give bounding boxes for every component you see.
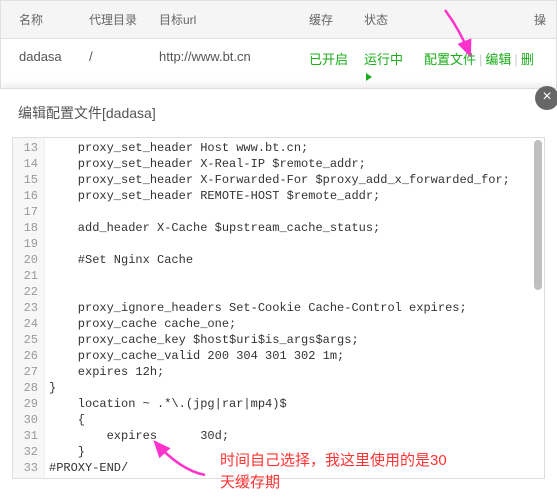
table-header: 名称 代理目录 目标url 缓存 状态 操 bbox=[1, 1, 556, 39]
play-icon bbox=[366, 73, 372, 81]
th-cache: 缓存 bbox=[301, 1, 356, 38]
status-text: 运行中 bbox=[364, 52, 403, 67]
code-content[interactable]: proxy_set_header Host www.bt.cn; proxy_s… bbox=[45, 138, 544, 478]
th-dir: 代理目录 bbox=[81, 1, 151, 38]
divider: | bbox=[479, 52, 482, 67]
cell-actions: 配置文件|编辑|删 bbox=[416, 39, 556, 93]
divider: | bbox=[514, 52, 517, 67]
code-editor[interactable]: 1314151617181920212223242526272829303132… bbox=[12, 137, 545, 479]
th-status: 状态 bbox=[356, 1, 416, 38]
line-gutter: 1314151617181920212223242526272829303132… bbox=[13, 138, 45, 478]
config-editor-modal: 编辑配置文件[dadasa] 1314151617181920212223242… bbox=[0, 88, 557, 503]
th-url: 目标url bbox=[151, 1, 301, 38]
edit-link[interactable]: 编辑 bbox=[485, 52, 511, 67]
table-row: dadasa / http://www.bt.cn 已开启 运行中 配置文件|编… bbox=[1, 39, 556, 94]
th-actions bbox=[416, 1, 526, 38]
cell-status[interactable]: 运行中 bbox=[356, 39, 416, 93]
th-name: 名称 bbox=[1, 1, 81, 38]
close-icon[interactable]: × bbox=[535, 86, 557, 110]
cell-dir: / bbox=[81, 39, 151, 93]
delete-link[interactable]: 删 bbox=[521, 52, 534, 67]
cell-cache[interactable]: 已开启 bbox=[301, 39, 356, 93]
scrollbar-thumb[interactable] bbox=[534, 140, 542, 290]
proxy-table: 名称 代理目录 目标url 缓存 状态 操 dadasa / http://ww… bbox=[0, 0, 557, 95]
modal-title: 编辑配置文件[dadasa] bbox=[0, 89, 557, 137]
th-op: 操 bbox=[526, 1, 556, 38]
cell-name: dadasa bbox=[1, 39, 81, 93]
config-file-link[interactable]: 配置文件 bbox=[424, 52, 476, 67]
cell-url: http://www.bt.cn bbox=[151, 39, 301, 93]
